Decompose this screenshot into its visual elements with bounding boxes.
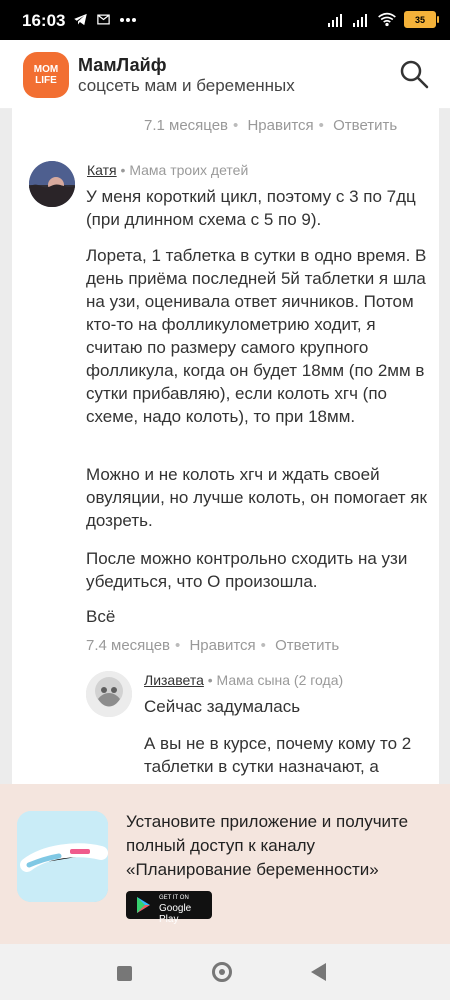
- banner-message: Установите приложение и получите полный …: [126, 812, 409, 879]
- google-play-label: Google Play: [159, 903, 192, 925]
- katya-comment-time: 7.4 месяцев: [86, 637, 171, 654]
- avatar-image: [29, 161, 75, 207]
- logo-line1: MOM: [33, 64, 59, 75]
- katya-paragraph-5: Всё: [86, 607, 116, 626]
- katya-paragraph-3: Можно и не колоть хгч и ждать своей овул…: [86, 465, 427, 530]
- katya-paragraph-1: У меня короткий цикл, поэтому с 3 по 7дц…: [86, 187, 416, 229]
- pregnancy-test-icon: [17, 811, 108, 902]
- google-play-icon: [137, 897, 150, 913]
- top-comment-meta: 7.1 месяцев • Нравится • Ответить: [144, 117, 402, 134]
- katya-role: Мама троих детей: [129, 162, 249, 178]
- lizaveta-avatar[interactable]: [86, 671, 132, 717]
- status-time: 16:03: [22, 11, 66, 30]
- katya-comment-reply[interactable]: Ответить: [275, 637, 339, 654]
- mom-life-logo[interactable]: MOM LIFE: [23, 52, 69, 98]
- lizaveta-paragraph-2: А вы не в курсе, почему кому то 2 таблет…: [144, 734, 412, 776]
- katya-name[interactable]: Катя: [87, 162, 117, 178]
- top-comment-like[interactable]: Нравится: [247, 117, 313, 134]
- google-play-button[interactable]: GET IT ON Google Play: [126, 891, 212, 925]
- katya-avatar[interactable]: [29, 161, 75, 207]
- search-icon[interactable]: [398, 58, 430, 90]
- lizaveta-role: Мама сына (2 года): [216, 672, 344, 688]
- lizaveta-author-line: Лизавета • Мама сына (2 года): [144, 672, 343, 688]
- battery-icon: 35: [404, 11, 439, 28]
- author-separator: •: [120, 162, 130, 178]
- logo-line2: LIFE: [35, 75, 57, 86]
- banner-test-image: [17, 811, 108, 902]
- katya-author-line: Катя • Мама троих детей: [87, 162, 248, 178]
- meta-separator: •: [260, 637, 266, 654]
- top-comment-reply[interactable]: Ответить: [333, 117, 397, 134]
- lizaveta-name[interactable]: Лизавета: [144, 672, 204, 688]
- meta-separator: •: [318, 117, 324, 134]
- back-icon[interactable]: [311, 963, 326, 981]
- recent-apps-icon[interactable]: [117, 966, 132, 981]
- mail-icon: [97, 14, 110, 25]
- comments-content: 7.1 месяцев • Нравится • Ответить Катя • М…: [12, 108, 439, 784]
- wifi-icon: [378, 12, 396, 27]
- status-left-icons: [73, 12, 137, 27]
- katya-comment-meta: 7.4 месяцев • Нравится • Ответить: [86, 637, 344, 654]
- signal-icon: [328, 13, 342, 27]
- telegram-icon: [74, 13, 87, 26]
- status-right: 35: [327, 11, 439, 28]
- katya-paragraph-4: После можно контрольно сходить на узи уб…: [86, 549, 408, 591]
- katya-paragraph-2: Лорета, 1 таблетка в сутки в одно время.…: [86, 246, 427, 426]
- author-separator: •: [207, 672, 217, 688]
- signal-icon-secondary: [353, 13, 367, 27]
- top-comment-time: 7.1 месяцев: [144, 117, 229, 134]
- app-title: МамЛайф: [78, 55, 167, 75]
- meta-separator: •: [175, 637, 181, 654]
- katya-comment-like[interactable]: Нравится: [189, 637, 255, 654]
- meta-separator: •: [233, 117, 239, 134]
- google-play-small-label: GET IT ON: [159, 895, 189, 901]
- status-bar: 16:03 35: [0, 0, 450, 40]
- app-subtitle: соцсеть мам и беременных: [78, 76, 295, 95]
- lizaveta-paragraph-1: Сейчас задумалась: [144, 697, 301, 716]
- home-icon[interactable]: [212, 962, 232, 982]
- more-dots-icon: [120, 17, 136, 22]
- avatar-image: [86, 671, 132, 717]
